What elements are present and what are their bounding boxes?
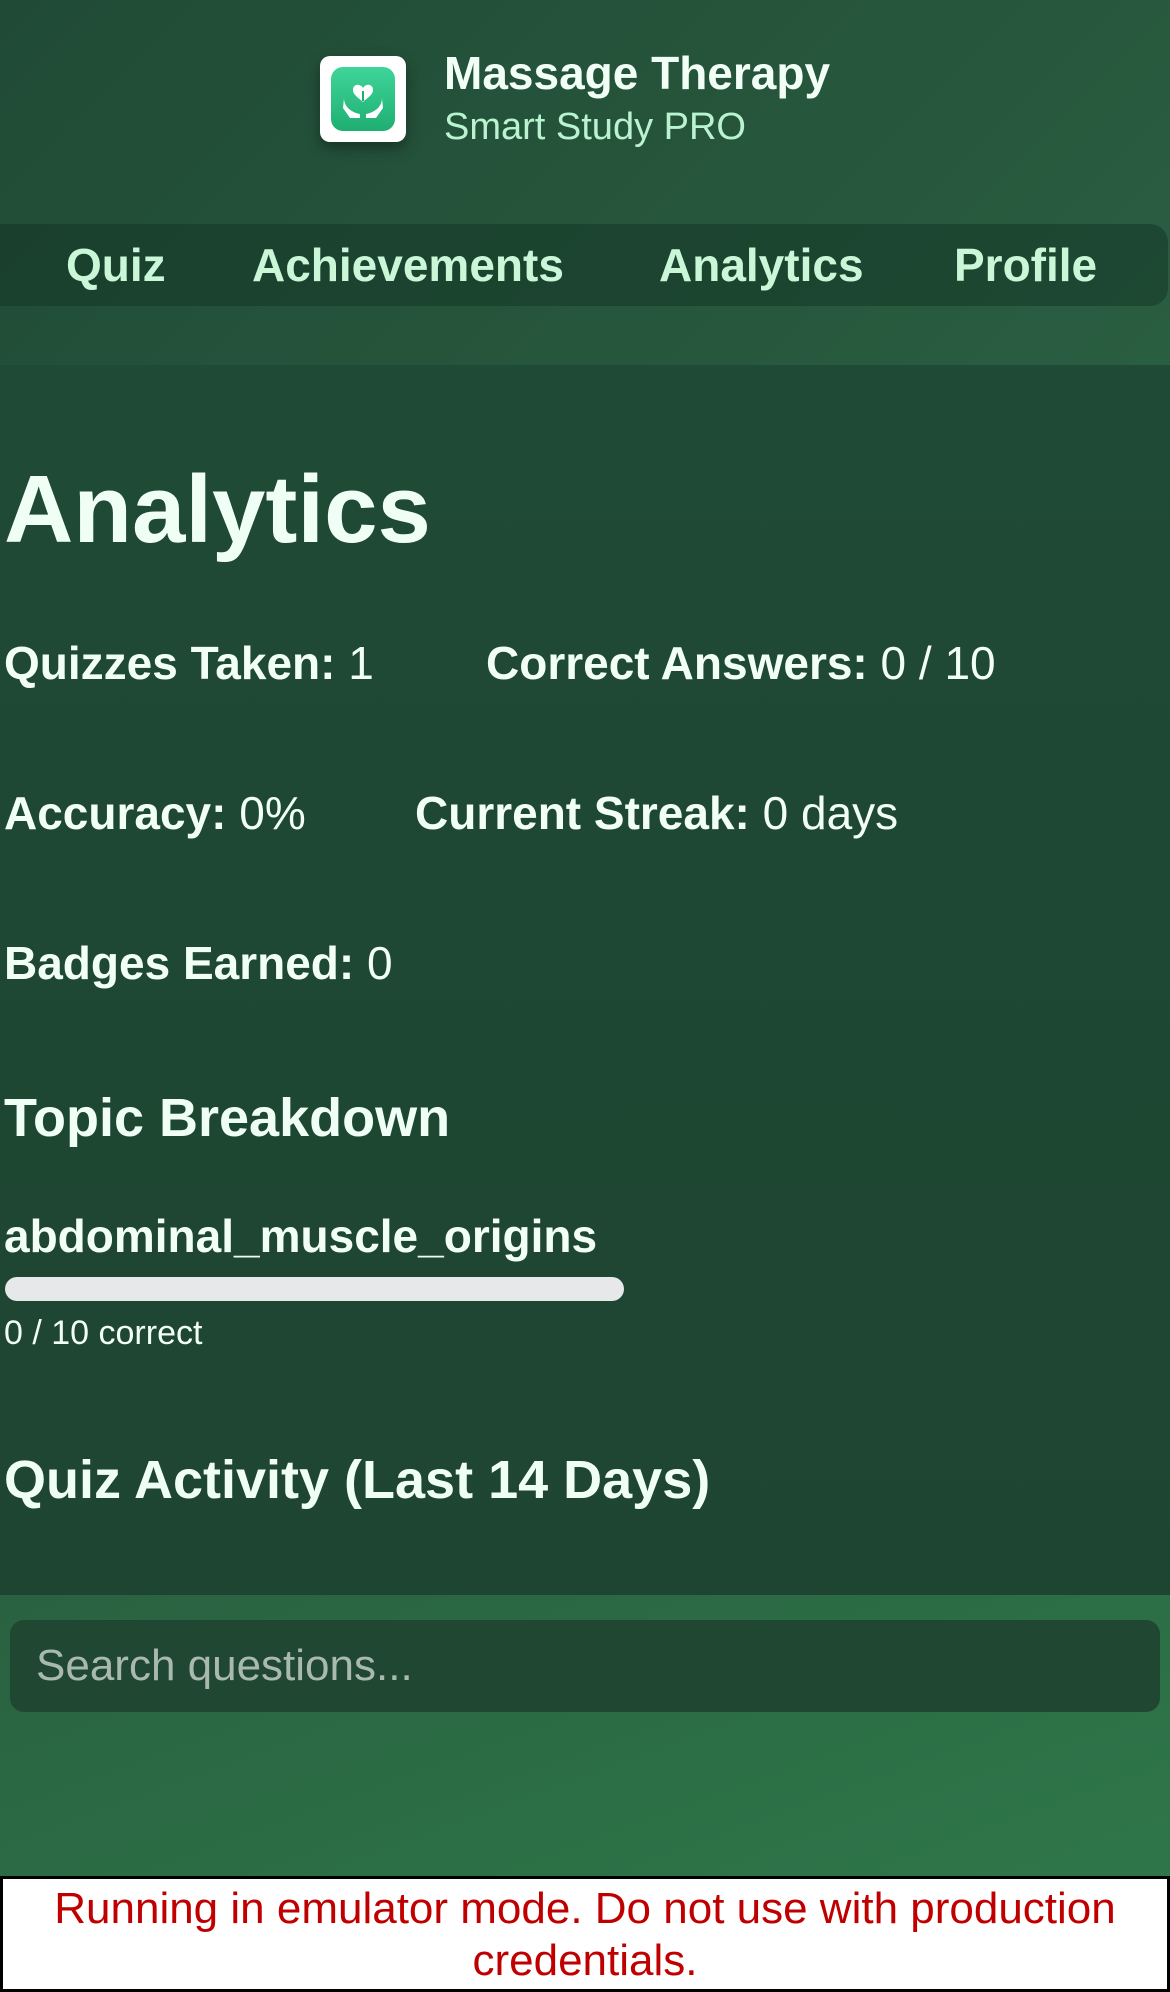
app-subtitle: Smart Study PRO: [444, 106, 746, 148]
topic-name: abdominal_muscle_origins: [4, 1210, 598, 1262]
stat-value: 1: [348, 637, 374, 689]
main-nav: Quiz Achievements Analytics Profile: [0, 224, 1168, 306]
app-header: Massage Therapy Smart Study PRO Quiz Ach…: [0, 0, 1170, 365]
topic-breakdown-heading: Topic Breakdown: [4, 1088, 451, 1148]
stat-quizzes-taken: Quizzes Taken: 1: [4, 635, 374, 691]
hands-heart-icon: [331, 67, 395, 131]
analytics-panel: Analytics Quizzes Taken: 1 Correct Answe…: [0, 365, 1170, 1595]
stat-badges-earned: Badges Earned: 0: [4, 935, 393, 991]
stat-label: Badges Earned:: [4, 937, 355, 989]
stat-value: 0: [367, 937, 393, 989]
search-input[interactable]: [10, 1620, 1160, 1712]
app-title: Massage Therapy: [444, 47, 831, 99]
stat-value: 0 / 10: [880, 637, 996, 689]
stat-value: 0%: [239, 787, 306, 839]
nav-analytics[interactable]: Analytics: [659, 224, 864, 306]
nav-achievements[interactable]: Achievements: [252, 224, 564, 306]
stat-label: Accuracy:: [4, 787, 227, 839]
nav-quiz[interactable]: Quiz: [66, 224, 166, 306]
brand: Massage Therapy Smart Study PRO: [320, 46, 830, 152]
emulator-warning-banner: Running in emulator mode. Do not use wit…: [0, 1876, 1170, 1992]
stat-current-streak: Current Streak: 0 days: [415, 785, 898, 841]
stat-correct-answers: Correct Answers: 0 / 10: [486, 635, 996, 691]
stat-label: Current Streak:: [415, 787, 750, 839]
stat-value: 0 days: [762, 787, 899, 839]
page-title: Analytics: [4, 456, 431, 563]
topic-progress-bar: [5, 1277, 624, 1301]
stat-label: Correct Answers:: [486, 637, 868, 689]
app-logo: [320, 56, 406, 142]
quiz-activity-heading: Quiz Activity (Last 14 Days): [4, 1450, 711, 1510]
stat-label: Quizzes Taken:: [4, 637, 336, 689]
nav-profile[interactable]: Profile: [954, 224, 1097, 306]
stat-accuracy: Accuracy: 0%: [4, 785, 306, 841]
topic-caption: 0 / 10 correct: [4, 1314, 203, 1352]
